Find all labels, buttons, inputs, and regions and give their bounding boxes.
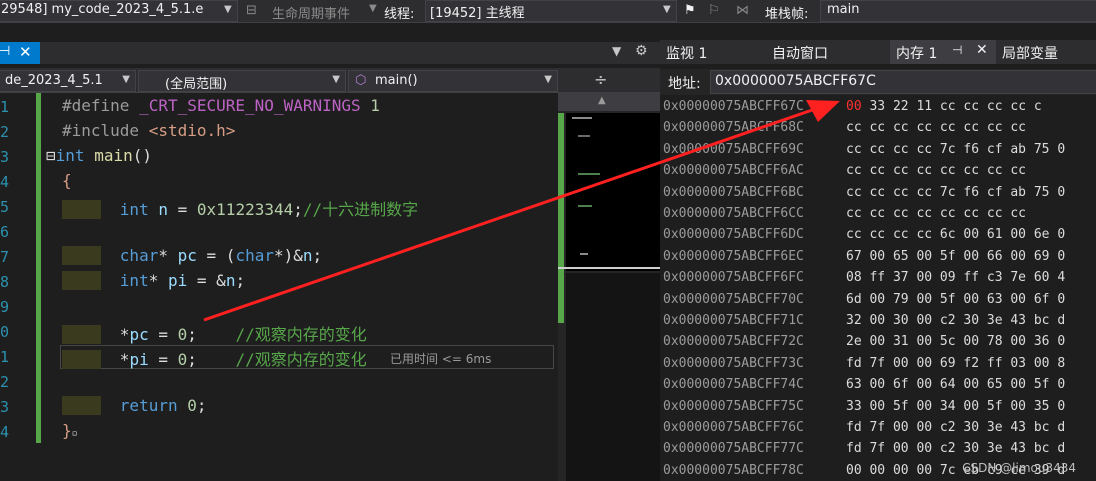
annotation-arrow <box>203 100 840 322</box>
watermark: CSDN @limou3434 <box>962 461 1076 475</box>
arrow-shaft <box>203 106 819 322</box>
